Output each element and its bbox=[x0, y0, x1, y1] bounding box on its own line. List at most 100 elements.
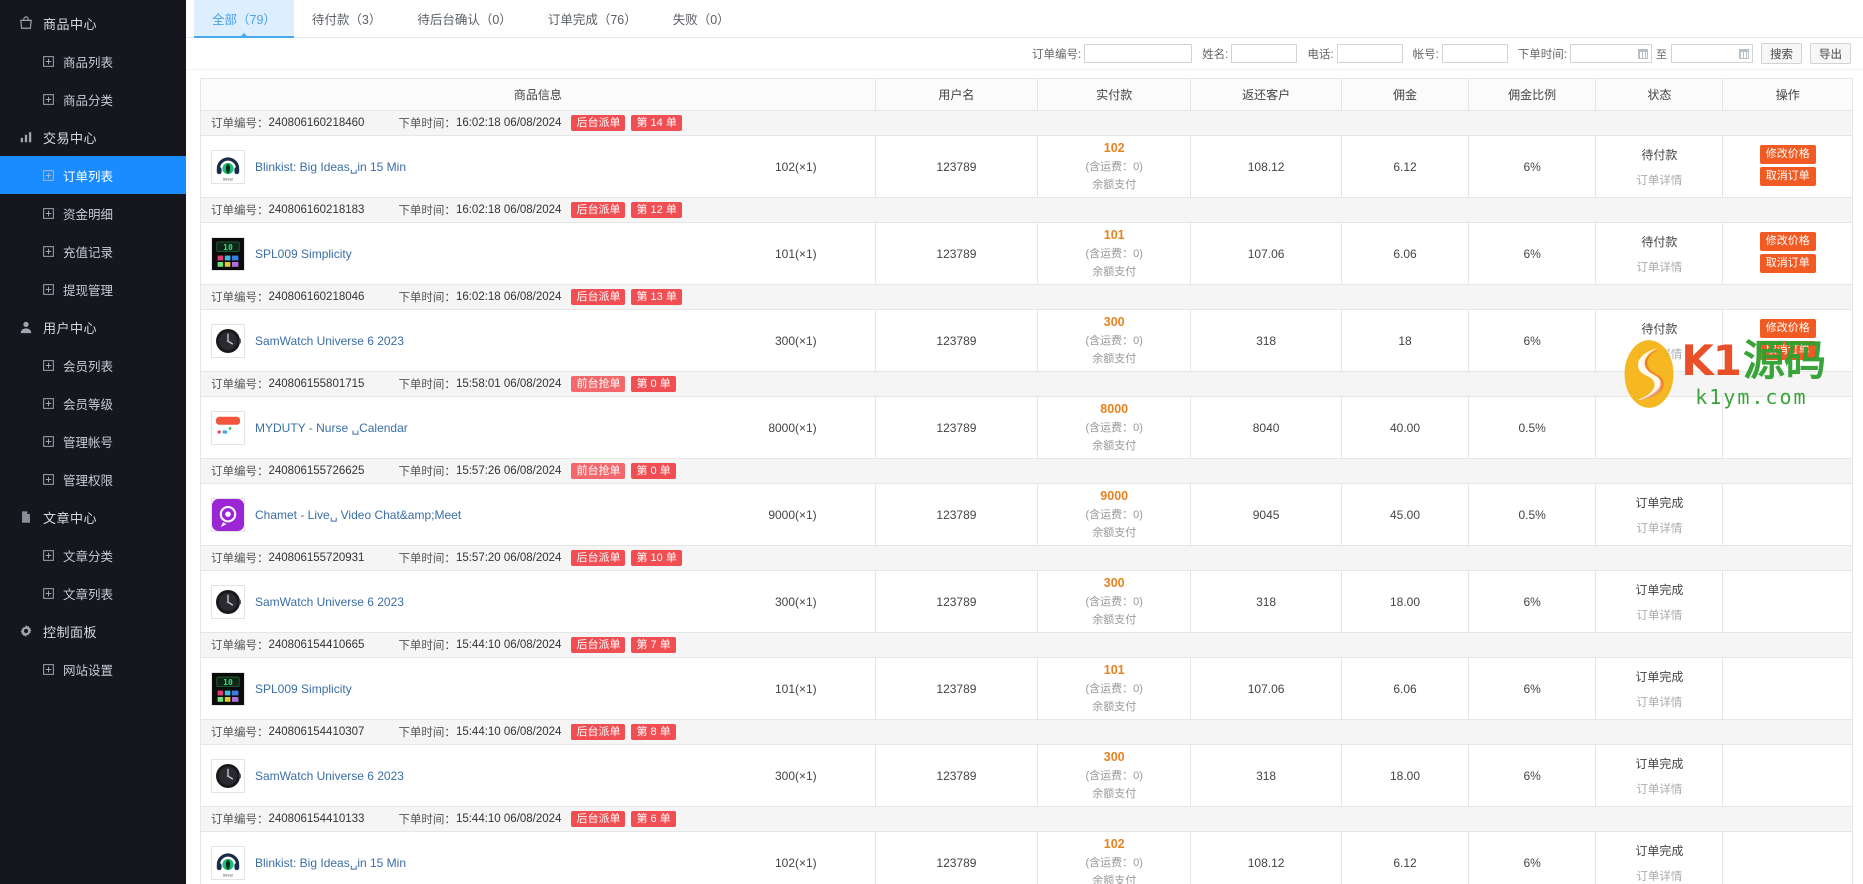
product-name-link[interactable]: SPL009 Simplicity bbox=[255, 247, 352, 261]
export-button[interactable]: 导出 bbox=[1810, 43, 1851, 64]
filter-order-time-label: 下单时间: bbox=[1517, 48, 1567, 61]
phone-input[interactable] bbox=[1336, 44, 1403, 63]
sidebar-item-label: 网站设置 bbox=[63, 663, 114, 678]
paid-shipping-note: (含运费：0) bbox=[1085, 857, 1143, 869]
tab-3[interactable]: 订单完成（76） bbox=[530, 0, 655, 37]
product-name-link[interactable]: Blinkist: Big Ideas␣in 15 Min bbox=[255, 856, 406, 870]
product-name-link[interactable]: SamWatch Universe 6 2023 bbox=[255, 334, 404, 348]
menu-square-icon bbox=[42, 435, 55, 448]
order-meta-cell: 订单编号： 240806155801715 下单时间： 15:58:01 06/08/… bbox=[200, 371, 1853, 397]
order-action-button-0[interactable]: 修改价格 bbox=[1759, 144, 1816, 164]
order-detail-link[interactable]: 订单详情 bbox=[1597, 520, 1721, 536]
order-meta-row: 订单编号： 240806160218046 下单时间： 16:02:18 06/08/… bbox=[200, 284, 1853, 310]
order-meta-cell: 订单编号： 240806160218460 下单时间： 16:02:18 06/08/… bbox=[200, 110, 1853, 136]
tab-1[interactable]: 待付款（3） bbox=[294, 0, 399, 37]
tab-label: 待付款（3） bbox=[311, 13, 382, 27]
order-time-label: 下单时间： bbox=[398, 466, 456, 478]
order-action-button-0[interactable]: 修改价格 bbox=[1759, 231, 1816, 251]
order-detail-link[interactable]: 订单详情 bbox=[1597, 781, 1721, 797]
sidebar-item-1-1[interactable]: 资金明细 bbox=[0, 194, 186, 232]
order-detail-link[interactable]: 订单详情 bbox=[1597, 694, 1721, 710]
order-count-badge: 第 0 单 bbox=[631, 376, 676, 392]
search-button[interactable]: 搜索 bbox=[1761, 43, 1802, 64]
product-quantity: 101(×1) bbox=[774, 246, 817, 261]
sidebar-item-3-0[interactable]: 文章分类 bbox=[0, 536, 186, 574]
account-input[interactable] bbox=[1441, 44, 1508, 63]
paid-amount-cell: 101 (含运费：0) 余额支付 bbox=[1037, 657, 1192, 720]
menu-square-icon bbox=[42, 473, 55, 486]
sidebar-item-2-1[interactable]: 会员等级 bbox=[0, 384, 186, 422]
order-meta-row: 订单编号： 240806154410133 下单时间： 15:44:10 06/08/… bbox=[200, 806, 1853, 832]
menu-square-icon bbox=[42, 359, 55, 372]
product-name-link[interactable]: MYDUTY - Nurse ␣Calendar bbox=[255, 421, 408, 435]
tab-4[interactable]: 失败（0） bbox=[655, 0, 748, 37]
order-source-badge: 后台派单 bbox=[571, 724, 626, 740]
order-count-badge: 第 6 单 bbox=[631, 811, 676, 827]
tab-2[interactable]: 待后台确认（0） bbox=[399, 0, 529, 37]
goods-info-cell: MYDUTY - Nurse ␣Calendar 8000(×1) bbox=[200, 396, 876, 459]
product-quantity: 8000(×1) bbox=[768, 420, 817, 435]
order-time-end-input[interactable] bbox=[1671, 44, 1753, 63]
goods-info-cell: Blinkist Blinkist: Big Ideas␣in 15 Min 102… bbox=[200, 831, 876, 884]
name-input[interactable] bbox=[1231, 44, 1298, 63]
tab-0[interactable]: 全部（79） bbox=[194, 0, 294, 38]
status-cell: 订单完成 订单详情 bbox=[1595, 831, 1724, 884]
order-time-start-input[interactable] bbox=[1570, 44, 1652, 63]
sidebar-item-2-3[interactable]: 管理权限 bbox=[0, 460, 186, 498]
order-detail-link[interactable]: 订单详情 bbox=[1597, 259, 1721, 275]
order-time-label: 下单时间： bbox=[398, 727, 456, 739]
product-name-link[interactable]: SamWatch Universe 6 2023 bbox=[255, 595, 404, 609]
order-source-badge: 前台抢单 bbox=[571, 463, 626, 479]
commission-cell: 18.00 bbox=[1340, 570, 1470, 633]
sidebar-item-2-2[interactable]: 管理帐号 bbox=[0, 422, 186, 460]
svg-text:Blinkist: Blinkist bbox=[223, 873, 233, 877]
order-no-label: 订单编号： bbox=[211, 466, 269, 478]
product-name-link[interactable]: SamWatch Universe 6 2023 bbox=[255, 769, 404, 783]
product-name-link[interactable]: Chamet - Live␣ Video Chat&amp;Meet bbox=[255, 508, 461, 522]
sidebar-item-0-1[interactable]: 商品分类 bbox=[0, 80, 186, 118]
order-detail-link[interactable]: 订单详情 bbox=[1597, 346, 1721, 362]
order-action-button-0[interactable]: 修改价格 bbox=[1759, 318, 1816, 338]
header-operation: 操作 bbox=[1722, 78, 1853, 111]
order-action-button-1[interactable]: 取消订单 bbox=[1759, 253, 1816, 273]
return-customer-cell: 107.06 bbox=[1190, 657, 1342, 720]
commission-cell: 6.06 bbox=[1340, 657, 1470, 720]
order-detail-link[interactable]: 订单详情 bbox=[1597, 172, 1721, 188]
bar-chart-icon bbox=[18, 129, 34, 145]
sidebar-item-2-0[interactable]: 会员列表 bbox=[0, 346, 186, 384]
paid-method-note: 余额支付 bbox=[1092, 875, 1137, 884]
paid-amount-cell: 300 (含运费：0) 余额支付 bbox=[1037, 309, 1192, 372]
orders-table-body: 订单编号： 240806160218460 下单时间： 16:02:18 06/08/… bbox=[200, 110, 1853, 884]
paid-method-note: 余额支付 bbox=[1092, 701, 1137, 713]
product-name-link[interactable]: Blinkist: Big Ideas␣in 15 Min bbox=[255, 160, 406, 174]
order-no-input[interactable] bbox=[1084, 44, 1193, 63]
product-name-link[interactable]: SPL009 Simplicity bbox=[255, 682, 352, 696]
order-time-value: 16:02:18 06/08/2024 bbox=[455, 291, 562, 303]
sidebar-item-1-3[interactable]: 提现管理 bbox=[0, 270, 186, 308]
sidebar-item-0-0[interactable]: 商品列表 bbox=[0, 42, 186, 80]
sidebar-item-1-0[interactable]: 订单列表 bbox=[0, 156, 186, 194]
order-no-value: 240806160218046 bbox=[268, 291, 365, 303]
order-detail-link[interactable]: 订单详情 bbox=[1597, 607, 1721, 623]
commission-cell: 18 bbox=[1340, 309, 1470, 372]
paid-shipping-note: (含运费：0) bbox=[1085, 596, 1143, 608]
table-row: SamWatch Universe 6 2023 300(×1) 123789 300… bbox=[200, 309, 1853, 372]
table-header-row: 商品信息 用户名 实付款 返还客户 佣金 佣金比例 状态 操作 bbox=[200, 78, 1853, 111]
sidebar-item-1-2[interactable]: 充值记录 bbox=[0, 232, 186, 270]
operation-cell: 修改价格 取消订单 bbox=[1722, 222, 1853, 285]
order-time-value: 15:58:01 06/08/2024 bbox=[455, 378, 562, 390]
order-action-button-1[interactable]: 取消订单 bbox=[1759, 340, 1816, 360]
paid-shipping-note: (含运费：0) bbox=[1085, 509, 1143, 521]
order-status-tabs: 全部（79） 待付款（3） 待后台确认（0） 订单完成（76） 失败（0） bbox=[186, 0, 1863, 38]
return-customer-cell: 9045 bbox=[1190, 483, 1342, 546]
header-status: 状态 bbox=[1595, 78, 1724, 111]
sidebar-item-label: 管理帐号 bbox=[63, 435, 114, 450]
paid-amount-value: 102 bbox=[1103, 141, 1125, 155]
order-action-button-1[interactable]: 取消订单 bbox=[1759, 166, 1816, 186]
sidebar-item-4-0[interactable]: 网站设置 bbox=[0, 650, 186, 688]
sidebar-item-3-1[interactable]: 文章列表 bbox=[0, 574, 186, 612]
sidebar-item-label: 管理权限 bbox=[63, 473, 114, 488]
paid-shipping-note: (含运费：0) bbox=[1085, 422, 1143, 434]
order-meta-cell: 订单编号： 240806160218183 下单时间： 16:02:18 06/08/… bbox=[200, 197, 1853, 223]
order-detail-link[interactable]: 订单详情 bbox=[1597, 868, 1721, 884]
